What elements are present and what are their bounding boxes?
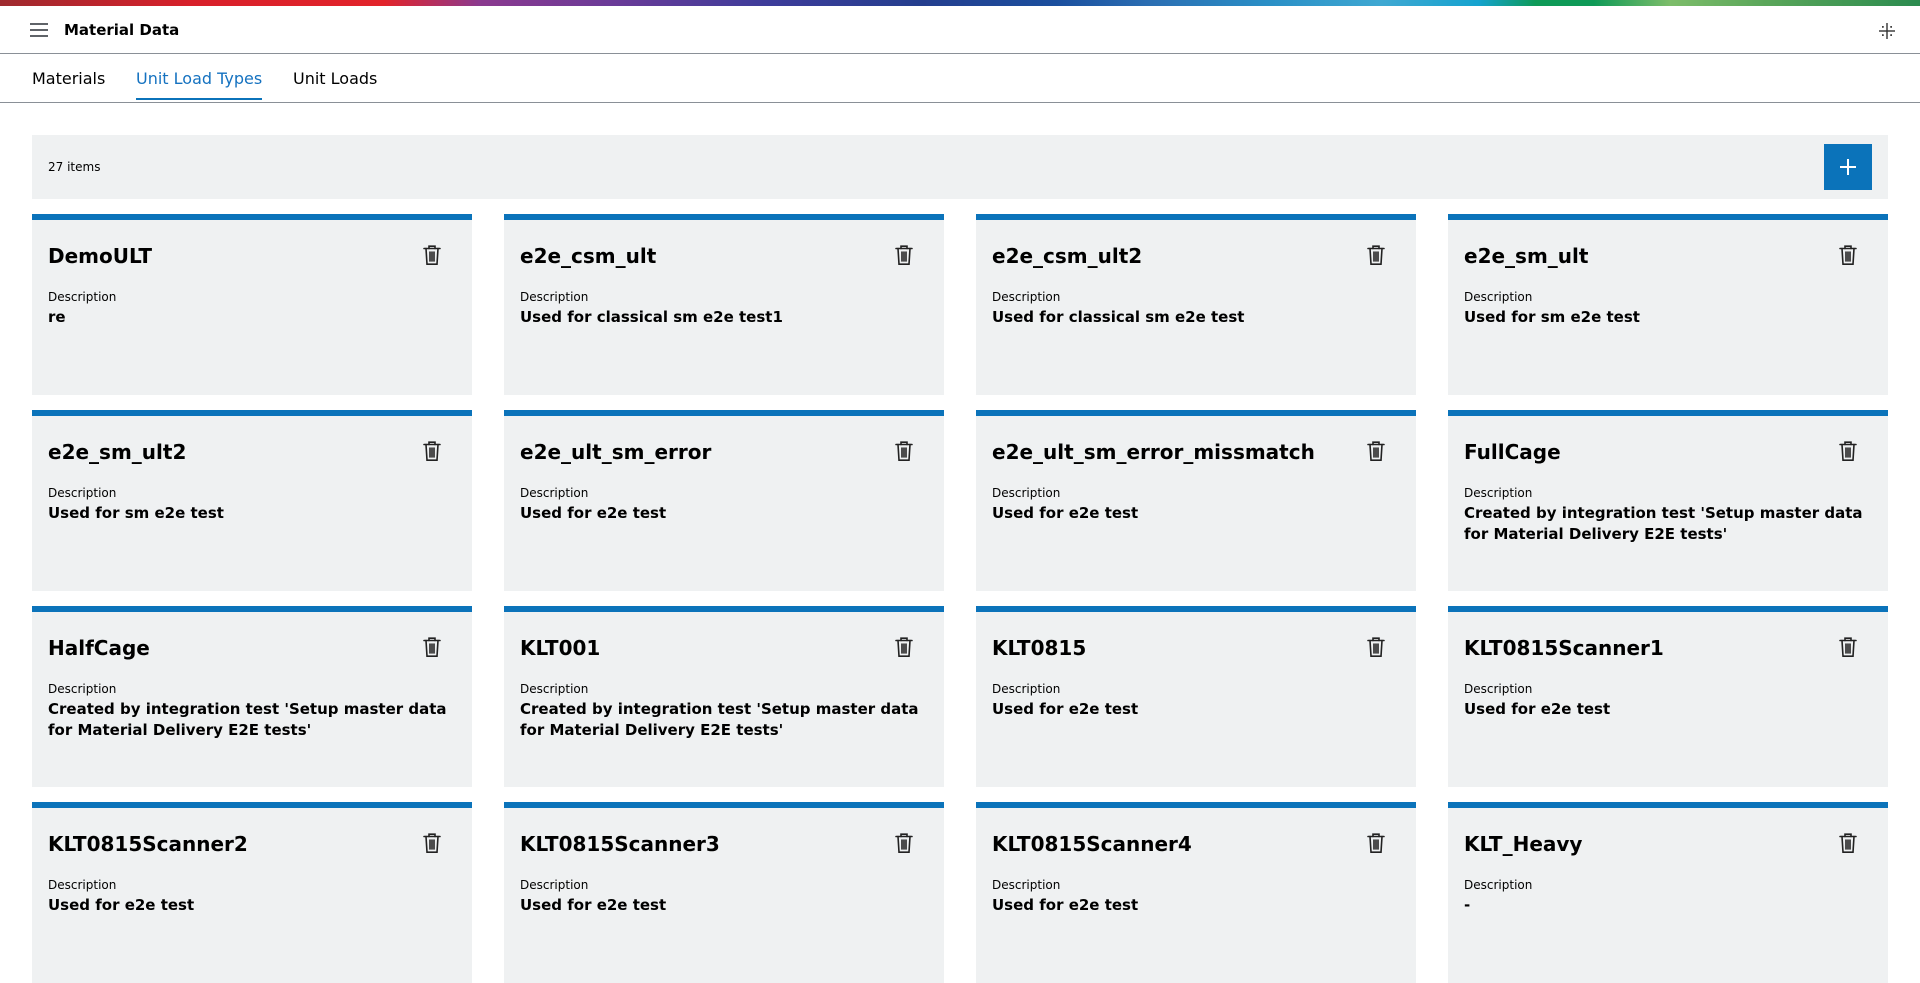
unit-load-type-card[interactable]: e2e_csm_ult Description Used for classic… bbox=[504, 214, 944, 395]
card-title: KLT0815 bbox=[992, 636, 1087, 660]
trash-icon[interactable] bbox=[1838, 832, 1858, 854]
description-label: Description bbox=[520, 486, 589, 500]
trash-icon[interactable] bbox=[1838, 440, 1858, 462]
description-label: Description bbox=[1464, 486, 1533, 500]
unit-load-type-card[interactable]: e2e_ult_sm_error_missmatch Description U… bbox=[976, 410, 1416, 591]
trash-icon[interactable] bbox=[894, 440, 914, 462]
card-title: HalfCage bbox=[48, 636, 150, 660]
description-label: Description bbox=[520, 290, 589, 304]
unit-load-type-card[interactable]: FullCage Description Created by integrat… bbox=[1448, 410, 1888, 591]
trash-icon[interactable] bbox=[894, 636, 914, 658]
list-toolbar: 27 items bbox=[32, 135, 1888, 199]
description-label: Description bbox=[992, 290, 1061, 304]
description-label: Description bbox=[992, 682, 1061, 696]
app-header: Material Data bbox=[0, 6, 1920, 54]
description-value: Used for classical sm e2e test1 bbox=[520, 308, 783, 326]
tab-bar: Materials Unit Load Types Unit Loads bbox=[0, 55, 1920, 103]
description-value: Used for e2e test bbox=[992, 700, 1139, 718]
description-label: Description bbox=[992, 878, 1061, 892]
description-label: Description bbox=[1464, 682, 1533, 696]
trash-icon[interactable] bbox=[1838, 636, 1858, 658]
trash-icon[interactable] bbox=[1366, 832, 1386, 854]
description-label: Description bbox=[48, 486, 117, 500]
description-label: Description bbox=[48, 682, 117, 696]
description-value: Used for e2e test bbox=[1464, 700, 1611, 718]
description-value: Used for e2e test bbox=[520, 896, 667, 914]
unit-load-type-card[interactable]: KLT0815 Description Used for e2e test bbox=[976, 606, 1416, 787]
unit-load-type-card[interactable]: e2e_ult_sm_error Description Used for e2… bbox=[504, 410, 944, 591]
card-title: e2e_csm_ult bbox=[520, 244, 657, 268]
description-value: Used for e2e test bbox=[992, 504, 1139, 522]
card-title: KLT001 bbox=[520, 636, 601, 660]
description-label: Description bbox=[520, 682, 589, 696]
description-value: Used for classical sm e2e test bbox=[992, 308, 1245, 326]
description-value: Used for e2e test bbox=[992, 896, 1139, 914]
description-label: Description bbox=[1464, 290, 1533, 304]
unit-load-type-card[interactable]: KLT0815Scanner4 Description Used for e2e… bbox=[976, 802, 1416, 983]
description-value: Used for e2e test bbox=[48, 896, 195, 914]
trash-icon[interactable] bbox=[894, 832, 914, 854]
trash-icon[interactable] bbox=[1366, 244, 1386, 266]
card-title: e2e_sm_ult2 bbox=[48, 440, 187, 464]
description-label: Description bbox=[48, 290, 117, 304]
card-title: e2e_csm_ult2 bbox=[992, 244, 1143, 268]
description-label: Description bbox=[1464, 878, 1533, 892]
card-title: FullCage bbox=[1464, 440, 1561, 464]
item-count: 27 items bbox=[48, 160, 101, 174]
unit-load-type-card[interactable]: e2e_sm_ult2 Description Used for sm e2e … bbox=[32, 410, 472, 591]
card-title: KLT0815Scanner2 bbox=[48, 832, 248, 856]
description-label: Description bbox=[48, 878, 117, 892]
description-value: Used for sm e2e test bbox=[1464, 308, 1640, 326]
description-value: Created by integration test 'Setup maste… bbox=[48, 700, 447, 739]
trash-icon[interactable] bbox=[422, 832, 442, 854]
description-label: Description bbox=[992, 486, 1061, 500]
unit-load-type-card[interactable]: KLT0815Scanner1 Description Used for e2e… bbox=[1448, 606, 1888, 787]
card-title: e2e_ult_sm_error_missmatch bbox=[992, 440, 1315, 464]
collapse-icon[interactable] bbox=[1878, 22, 1896, 40]
card-title: KLT0815Scanner1 bbox=[1464, 636, 1664, 660]
unit-load-type-card[interactable]: e2e_csm_ult2 Description Used for classi… bbox=[976, 214, 1416, 395]
unit-load-type-card[interactable]: KLT0815Scanner3 Description Used for e2e… bbox=[504, 802, 944, 983]
unit-load-type-card[interactable]: HalfCage Description Created by integrat… bbox=[32, 606, 472, 787]
page-title: Material Data bbox=[64, 21, 180, 39]
tab-unit-loads[interactable]: Unit Loads bbox=[293, 69, 377, 100]
card-title: KLT0815Scanner4 bbox=[992, 832, 1192, 856]
trash-icon[interactable] bbox=[422, 636, 442, 658]
hamburger-menu-icon[interactable] bbox=[30, 23, 48, 37]
trash-icon[interactable] bbox=[1366, 440, 1386, 462]
trash-icon[interactable] bbox=[422, 440, 442, 462]
tab-materials[interactable]: Materials bbox=[32, 69, 105, 100]
card-title: e2e_ult_sm_error bbox=[520, 440, 712, 464]
unit-load-type-card[interactable]: DemoULT Description re bbox=[32, 214, 472, 395]
tab-unit-load-types[interactable]: Unit Load Types bbox=[136, 69, 263, 100]
card-title: e2e_sm_ult bbox=[1464, 244, 1589, 268]
description-value: - bbox=[1464, 896, 1471, 914]
description-value: Created by integration test 'Setup maste… bbox=[1464, 504, 1863, 543]
unit-load-type-card[interactable]: KLT0815Scanner2 Description Used for e2e… bbox=[32, 802, 472, 983]
description-value: Created by integration test 'Setup maste… bbox=[520, 700, 919, 739]
description-value: re bbox=[48, 308, 66, 326]
description-label: Description bbox=[520, 878, 589, 892]
trash-icon[interactable] bbox=[1366, 636, 1386, 658]
card-title: KLT_Heavy bbox=[1464, 832, 1583, 856]
add-button[interactable] bbox=[1824, 144, 1872, 190]
unit-load-type-card[interactable]: e2e_sm_ult Description Used for sm e2e t… bbox=[1448, 214, 1888, 395]
description-value: Used for e2e test bbox=[520, 504, 667, 522]
description-value: Used for sm e2e test bbox=[48, 504, 224, 522]
card-title: KLT0815Scanner3 bbox=[520, 832, 720, 856]
trash-icon[interactable] bbox=[1838, 244, 1858, 266]
trash-icon[interactable] bbox=[422, 244, 442, 266]
unit-load-type-card[interactable]: KLT001 Description Created by integratio… bbox=[504, 606, 944, 787]
trash-icon[interactable] bbox=[894, 244, 914, 266]
unit-load-type-card[interactable]: KLT_Heavy Description - bbox=[1448, 802, 1888, 983]
card-title: DemoULT bbox=[48, 244, 153, 268]
